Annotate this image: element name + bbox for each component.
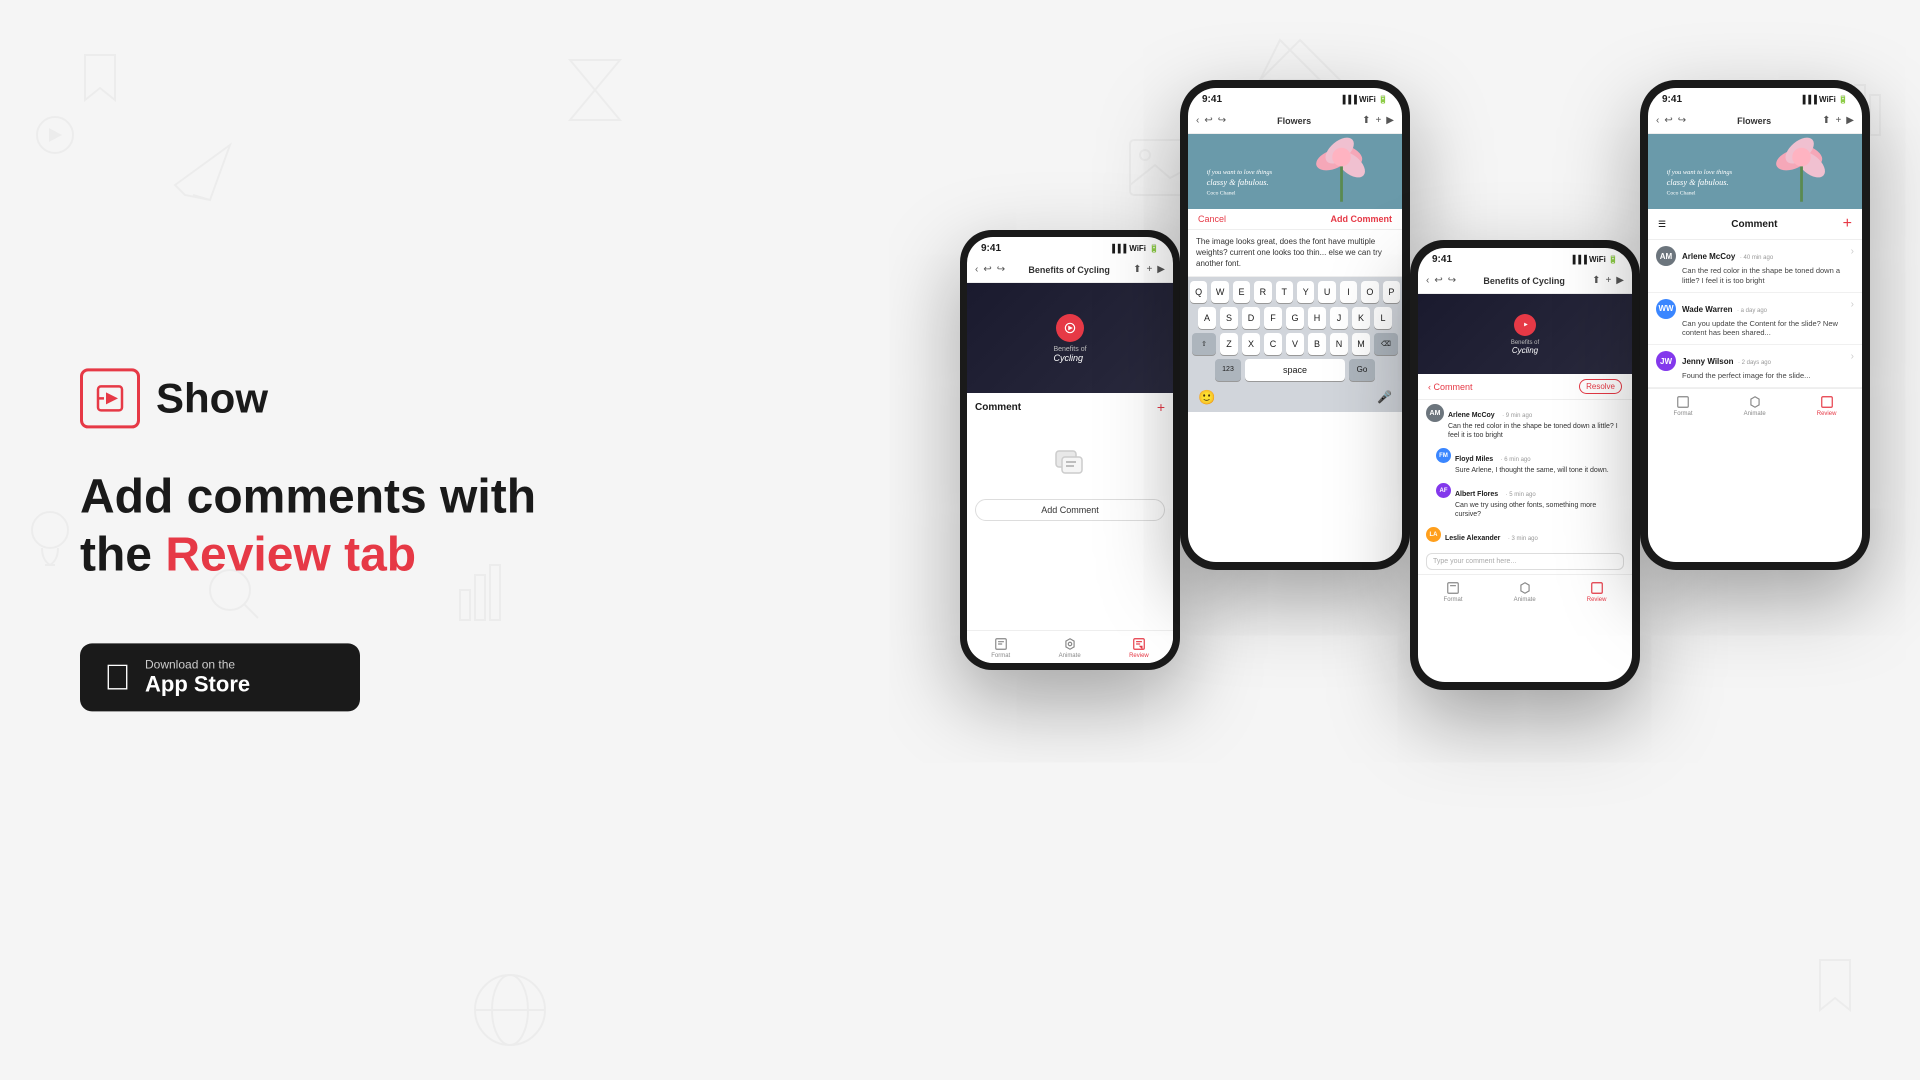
phone-1: 9:41 ▐▐▐WiFi🔋 ‹ ↩ ↪ Benefits of Cycling … [960, 230, 1180, 670]
status-bar-3: 9:41 ▐▐▐ WiFi 🔋 [1418, 248, 1632, 268]
share-icon-1[interactable]: ⬆ [1133, 264, 1141, 275]
comment-item-3-0: AM Arlene McCoy · 9 min ago Can the red … [1426, 400, 1624, 444]
svg-text:if you want to love things: if you want to love things [1207, 169, 1273, 176]
animate-tab-4[interactable]: Animate [1744, 395, 1766, 417]
format-tab-3[interactable]: Format [1444, 581, 1463, 603]
play-icon-1[interactable]: ▶ [1157, 264, 1165, 275]
status-bar-4: 9:41 ▐▐▐ WiFi 🔋 [1648, 88, 1862, 108]
type-comment-3[interactable]: Type your comment here... [1426, 553, 1624, 570]
phone-3: 9:41 ▐▐▐ WiFi 🔋 ‹ ↩ ↪ Benefits of Cyclin… [1410, 240, 1640, 690]
status-bar-1: 9:41 ▐▐▐WiFi🔋 [967, 237, 1173, 257]
undo-icon-1[interactable]: ↩ [983, 264, 991, 275]
cycling-badge-3 [1514, 314, 1536, 336]
bottom-tabs-4: Format Animate Review [1648, 388, 1862, 421]
add-comment-icon-4[interactable]: + [1843, 215, 1852, 233]
comment-item-3-1: FM Floyd Miles · 6 min ago Sure Arlene, … [1426, 444, 1624, 479]
comment-row-4-1[interactable]: WW Wade Warren · a day ago Can you updat… [1648, 293, 1862, 346]
text-input-2[interactable]: The image looks great, does the font hav… [1188, 230, 1402, 277]
svg-text:if you want to love things: if you want to love things [1667, 169, 1733, 176]
nav-bar-1: ‹ ↩ ↪ Benefits of Cycling ⬆ + ▶ [967, 257, 1173, 283]
review-tab-1[interactable]: Review [1129, 637, 1149, 659]
bottom-tabs-1: Format Animate Review [967, 630, 1173, 663]
format-tab-4[interactable]: Format [1674, 395, 1693, 417]
format-tab-1[interactable]: Format [991, 637, 1010, 659]
svg-text:classy & fabulous.: classy & fabulous. [1667, 178, 1729, 187]
review-tab-3[interactable]: Review [1587, 581, 1607, 603]
app-name: Show [156, 374, 268, 422]
add-icon-1[interactable]: + [1146, 264, 1152, 275]
review-tab-4[interactable]: Review [1817, 395, 1837, 417]
app-store-button[interactable]:  Download on the App Store [80, 644, 360, 712]
keyboard-2: QWERTYUIOP ASDFGHJKL ⇧ ZXCVBNM ⌫ 123 spa… [1188, 277, 1402, 412]
left-content: Show Add comments with the Review tab  … [80, 368, 536, 711]
svg-text:Coco Chanel: Coco Chanel [1207, 190, 1236, 196]
flower-slide-2: if you want to love things classy & fabu… [1188, 134, 1402, 209]
comment-row-4-0[interactable]: AM Arlene McCoy · 40 min ago Can the red… [1648, 240, 1862, 293]
phone-4: 9:41 ▐▐▐ WiFi 🔋 ‹ ↩ ↪ Flowers ⬆ + ▶ [1640, 80, 1870, 570]
panel-header-4: ☰ Comment + [1648, 209, 1862, 240]
animate-tab-1[interactable]: Animate [1059, 637, 1081, 659]
apple-icon:  [104, 660, 131, 696]
app-logo: Show [80, 368, 536, 428]
status-bar-2: 9:41 ▐▐▐ WiFi 🔋 [1188, 88, 1402, 108]
flower-slide-4: if you want to love things classy & fabu… [1648, 134, 1862, 209]
cancel-btn-2[interactable]: Cancel [1198, 214, 1226, 224]
chevron-right-4-0: › [1851, 246, 1854, 257]
nav-bar-2: ‹ ↩ ↪ Flowers ⬆ + ▶ [1188, 108, 1402, 134]
add-comment-btn-1[interactable]: Add Comment [975, 499, 1165, 521]
tagline: Add comments with the Review tab [80, 468, 536, 583]
comment-section-1: Comment + Add Comment [967, 393, 1173, 527]
action-bar-2: Cancel Add Comment [1188, 209, 1402, 230]
redo-icon-1[interactable]: ↪ [997, 264, 1005, 275]
chevron-right-4-1: › [1851, 299, 1854, 310]
add-comment-icon-1[interactable]: + [1157, 399, 1165, 415]
nav-bar-4: ‹ ↩ ↪ Flowers ⬆ + ▶ [1648, 108, 1862, 134]
slide-preview-1: Benefits of Cycling [967, 283, 1173, 393]
slide-text-1: Benefits of Cycling [1053, 346, 1086, 363]
animate-tab-3[interactable]: Animate [1514, 581, 1536, 603]
add-comment-action-2[interactable]: Add Comment [1331, 214, 1393, 224]
phones-container: 9:41 ▐▐▐WiFi🔋 ‹ ↩ ↪ Benefits of Cycling … [820, 0, 1920, 1080]
svg-text:Coco Chanel: Coco Chanel [1667, 190, 1696, 196]
logo-icon [80, 368, 140, 428]
comment-row-4-2[interactable]: JW Jenny Wilson · 2 days ago Found the p… [1648, 345, 1862, 388]
back-icon-1[interactable]: ‹ [975, 264, 978, 275]
comment-item-3-2: AF Albert Flores · 5 min ago Can we try … [1426, 479, 1624, 523]
comment-item-3-3: LA Leslie Alexander · 3 min ago [1426, 523, 1624, 549]
app-store-text: Download on the App Store [145, 658, 250, 698]
svg-text:classy & fabulous.: classy & fabulous. [1207, 178, 1269, 187]
phone-2: 9:41 ▐▐▐ WiFi 🔋 ‹ ↩ ↪ Flowers ⬆ + ▶ [1180, 80, 1410, 570]
chevron-right-4-2: › [1851, 351, 1854, 362]
list-icon-4: ☰ [1658, 219, 1666, 230]
slide-preview-3: Benefits of Cycling [1418, 294, 1632, 374]
comment-header-3: ‹ Comment Resolve [1418, 374, 1632, 400]
nav-bar-3: ‹ ↩ ↪ Benefits of Cycling ⬆ + ▶ [1418, 268, 1632, 294]
cycling-badge-1 [1056, 314, 1084, 342]
bottom-tabs-3: Format Animate Review [1418, 574, 1632, 607]
comment-thread-3: AM Arlene McCoy · 9 min ago Can the red … [1418, 400, 1632, 574]
empty-comment-state [975, 423, 1165, 499]
